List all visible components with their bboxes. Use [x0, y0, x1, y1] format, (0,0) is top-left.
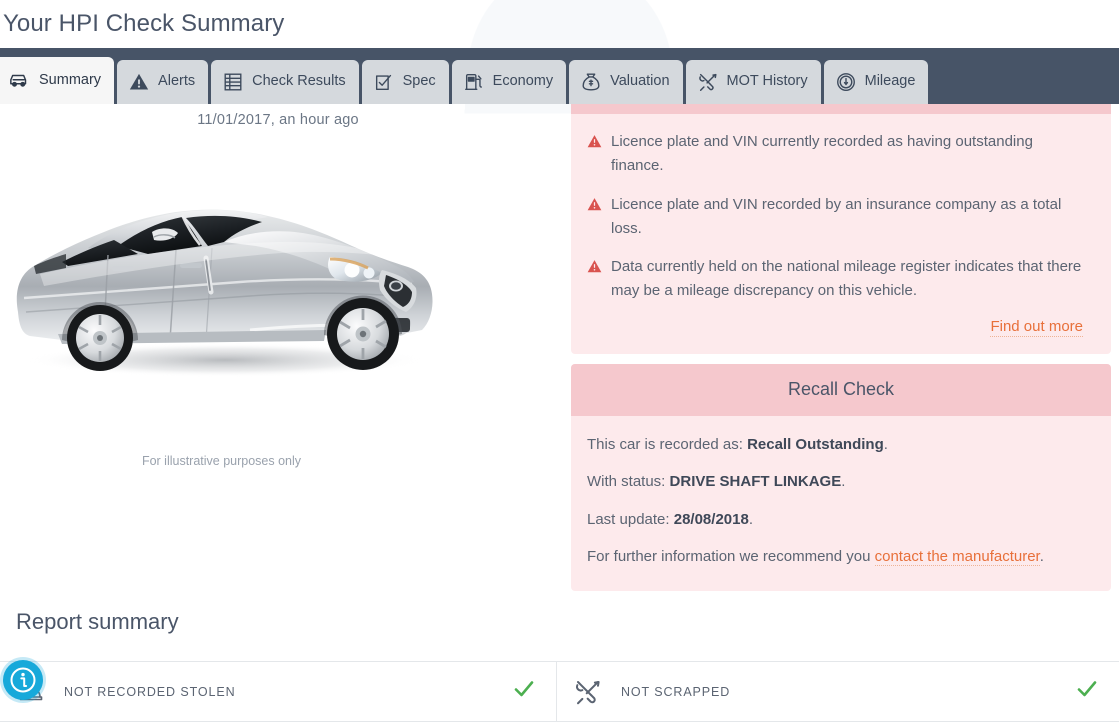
find-out-more-link[interactable]: Find out more — [990, 318, 1083, 337]
warning-icon — [587, 197, 602, 211]
tab-economy[interactable]: Economy — [452, 60, 566, 104]
check-date: 11/01/2017, an hour ago — [0, 104, 556, 128]
gauge-icon — [835, 71, 857, 93]
report-summary-row-stolen[interactable]: NOT RECORDED STOLEN — [0, 662, 556, 722]
tab-spec[interactable]: Spec — [362, 60, 449, 104]
period: . — [884, 436, 888, 453]
tools-icon — [697, 71, 719, 93]
tab-mileage[interactable]: Mileage — [824, 60, 929, 104]
contact-manufacturer-link[interactable]: contact the manufacturer — [875, 548, 1040, 566]
warning-icon — [587, 259, 602, 273]
info-badge-button[interactable] — [3, 660, 43, 700]
vehicle-image — [0, 162, 450, 392]
tab-label: Economy — [493, 74, 553, 90]
tab-valuation[interactable]: Valuation — [569, 60, 682, 104]
report-summary-heading: Report summary — [0, 609, 1119, 635]
tab-bar: Summary Alerts Check Results Spe — [0, 48, 1119, 104]
report-summary-section: Report summary NOT RECORDED STOLEN — [0, 609, 1119, 722]
tab-label: Valuation — [610, 74, 669, 90]
tab-label: Mileage — [865, 74, 916, 90]
recall-recorded-line: This car is recorded as: Recall Outstand… — [587, 434, 1093, 457]
recall-last-update-value: 28/08/2018 — [674, 511, 749, 528]
recall-recorded-prefix: This car is recorded as: — [587, 436, 747, 453]
fuel-pump-icon — [463, 71, 485, 93]
car-illustration — [0, 162, 450, 392]
car-icon — [9, 70, 31, 92]
alert-item: Licence plate and VIN currently recorded… — [587, 130, 1085, 179]
alert-text: Licence plate and VIN recorded by an ins… — [611, 193, 1085, 242]
right-panels: Licence plate and VIN currently recorded… — [571, 104, 1111, 591]
vehicle-image-caption: For illustrative purposes only — [0, 454, 443, 468]
report-summary-label: NOT RECORDED STOLEN — [64, 685, 512, 699]
recall-further-info-line: For further information we recommend you… — [587, 546, 1093, 569]
recall-last-update-prefix: Last update: — [587, 511, 674, 528]
recall-check-heading: Recall Check — [571, 364, 1111, 416]
tab-check-results[interactable]: Check Results — [211, 60, 358, 104]
recall-status-prefix: With status: — [587, 473, 670, 490]
recall-further-prefix: For further information we recommend you — [587, 548, 875, 565]
period: . — [841, 473, 845, 490]
report-summary-row-scrapped[interactable]: NOT SCRAPPED — [556, 662, 1119, 722]
pass-check-icon — [1075, 677, 1099, 706]
tab-summary[interactable]: Summary — [0, 57, 114, 104]
alert-item: Licence plate and VIN recorded by an ins… — [587, 193, 1085, 242]
find-out-more-wrapper: Find out more — [587, 318, 1085, 344]
tools-icon — [573, 677, 603, 707]
report-summary-grid: NOT RECORDED STOLEN — [0, 661, 1119, 722]
tab-label: Alerts — [158, 74, 195, 90]
money-bag-icon — [580, 71, 602, 93]
page-title: Your HPI Check Summary — [3, 0, 284, 48]
recall-status-line: With status: DRIVE SHAFT LINKAGE. — [587, 471, 1093, 494]
alert-item: Data currently held on the national mile… — [587, 255, 1085, 304]
clipboard-check-icon — [373, 71, 395, 93]
period: . — [1040, 548, 1044, 565]
alerts-panel: Licence plate and VIN currently recorded… — [571, 104, 1111, 354]
warning-icon — [128, 71, 150, 93]
period: . — [749, 511, 753, 528]
vehicle-panel: 11/01/2017, an hour ago — [0, 104, 556, 594]
info-icon — [10, 667, 36, 693]
tab-label: Summary — [39, 73, 101, 89]
alert-text: Data currently held on the national mile… — [611, 255, 1085, 304]
recall-check-panel: Recall Check This car is recorded as: Re… — [571, 364, 1111, 591]
tab-label: Check Results — [252, 74, 345, 90]
list-icon — [222, 71, 244, 93]
recall-last-update-line: Last update: 28/08/2018. — [587, 509, 1093, 532]
recall-check-body: This car is recorded as: Recall Outstand… — [571, 416, 1111, 591]
pass-check-icon — [512, 677, 536, 706]
tab-mot-history[interactable]: MOT History — [686, 60, 821, 104]
recall-status-value: DRIVE SHAFT LINKAGE — [670, 473, 842, 490]
tab-label: MOT History — [727, 74, 808, 90]
tab-label: Spec — [403, 74, 436, 90]
warning-icon — [587, 134, 602, 148]
recall-recorded-value: Recall Outstanding — [747, 436, 884, 453]
main-content: 11/01/2017, an hour ago — [0, 104, 1119, 724]
report-summary-label: NOT SCRAPPED — [621, 685, 1075, 699]
tab-alerts[interactable]: Alerts — [117, 60, 208, 104]
alert-text: Licence plate and VIN currently recorded… — [611, 130, 1085, 179]
